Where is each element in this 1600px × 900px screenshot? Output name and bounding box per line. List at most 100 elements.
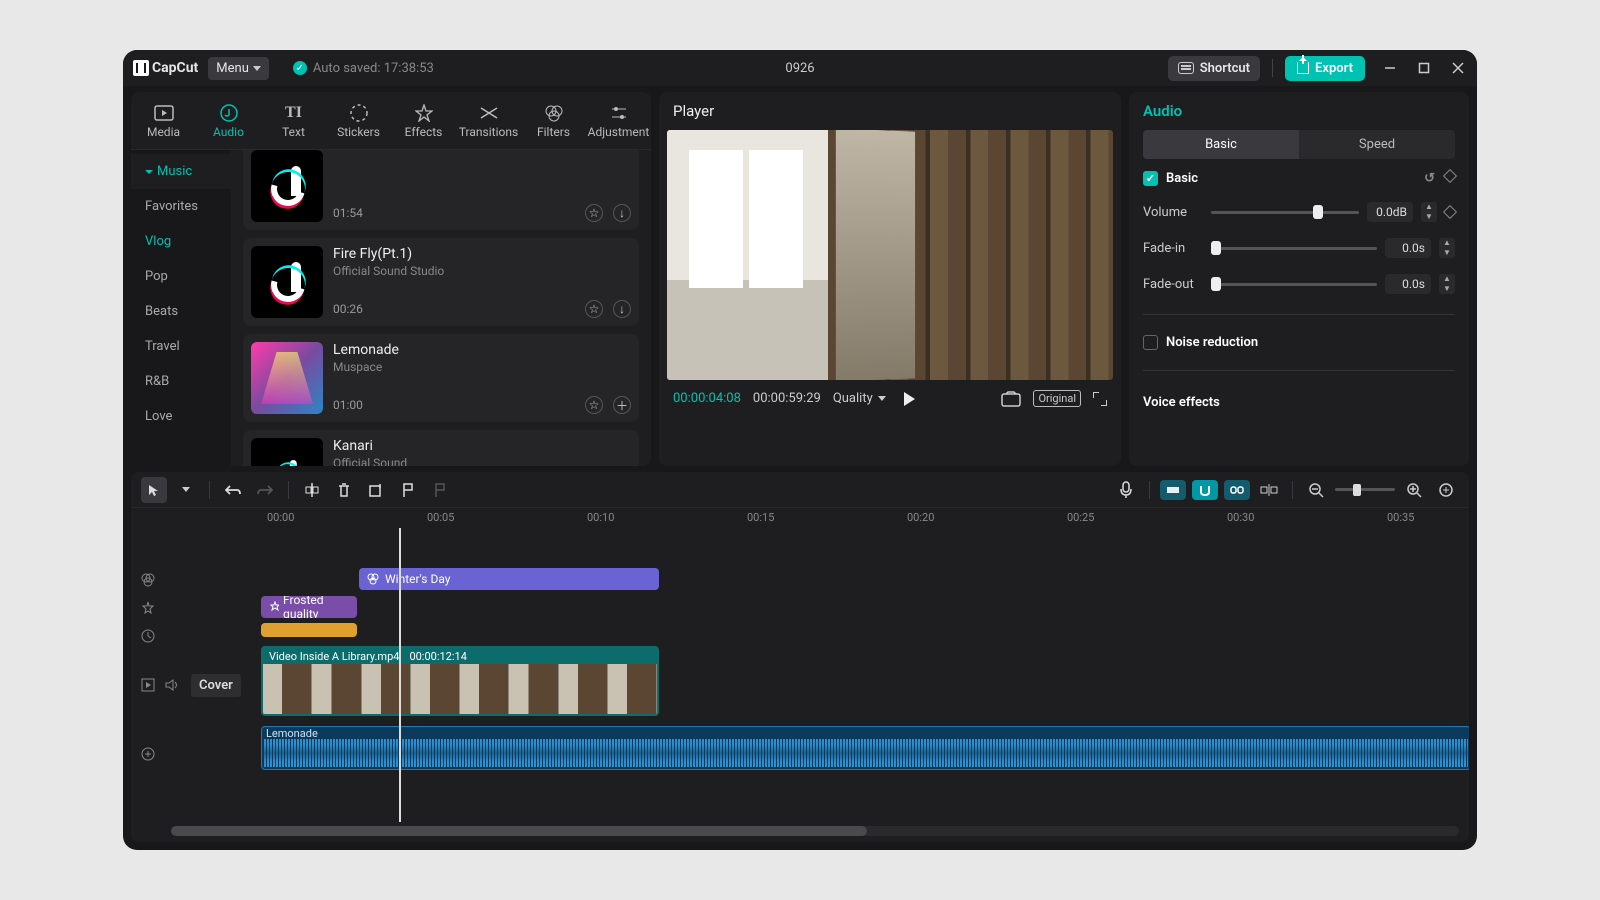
video-preview[interactable] <box>667 130 1113 380</box>
zoom-in-button[interactable] <box>1401 477 1427 503</box>
timeline-scrollbar[interactable] <box>171 826 1459 836</box>
clip-filter[interactable]: Winter's Day <box>359 568 659 590</box>
tab-audio[interactable]: Audio <box>196 92 261 149</box>
favorite-icon[interactable]: ☆ <box>585 204 603 222</box>
favorite-icon[interactable]: ☆ <box>585 396 603 414</box>
volume-control: Volume 0.0dB ▲▼ <box>1143 202 1455 222</box>
sidebar-item-beats[interactable]: Beats <box>131 294 231 329</box>
track-thumb <box>251 342 323 414</box>
zoom-fit-button[interactable] <box>1433 477 1459 503</box>
sidebar-item-favorites[interactable]: Favorites <box>131 189 231 224</box>
fadein-value[interactable]: 0.0s <box>1385 238 1431 258</box>
tab-filters[interactable]: Filters <box>521 92 586 149</box>
tab-media[interactable]: Media <box>131 92 196 149</box>
marker-alt-button[interactable] <box>427 477 453 503</box>
expand-icon[interactable] <box>141 678 155 692</box>
volume-stepper[interactable]: ▲▼ <box>1421 202 1437 222</box>
tab-effects[interactable]: Effects <box>391 92 456 149</box>
play-button[interactable] <box>904 392 915 406</box>
fadeout-slider[interactable] <box>1211 283 1377 286</box>
cover-button[interactable]: Cover <box>191 674 241 697</box>
timeline-ruler[interactable]: 00:00 00:05 00:10 00:15 00:20 00:25 00:3… <box>259 508 1469 528</box>
record-button[interactable] <box>1113 477 1139 503</box>
track-head-effect[interactable] <box>131 594 259 622</box>
zoom-out-button[interactable] <box>1303 477 1329 503</box>
tab-stickers[interactable]: Stickers <box>326 92 391 149</box>
fadein-slider[interactable] <box>1211 247 1377 250</box>
ruler-tick: 00:25 <box>1067 511 1094 524</box>
tab-text[interactable]: TI Text <box>261 92 326 149</box>
clip-video[interactable]: Video Inside A Library.mp4 00:00:12:14 <box>261 646 659 716</box>
marker-button[interactable] <box>395 477 421 503</box>
clip-audio[interactable]: Lemonade <box>261 726 1469 770</box>
redo-button[interactable] <box>252 477 278 503</box>
keyframe-icon[interactable] <box>1443 169 1457 183</box>
track-head-filter[interactable] <box>131 566 259 594</box>
delete-button[interactable] <box>331 477 357 503</box>
sidebar-item-pop[interactable]: Pop <box>131 259 231 294</box>
track-head-transition[interactable] <box>131 622 259 650</box>
volume-slider[interactable] <box>1211 211 1359 214</box>
magnet-snap-button[interactable] <box>1192 480 1218 500</box>
sidebar-item-vlog[interactable]: Vlog <box>131 224 231 259</box>
sidebar-item-rnb[interactable]: R&B <box>131 364 231 399</box>
pointer-tool[interactable] <box>141 477 167 503</box>
effects-icon <box>414 103 434 123</box>
pointer-dropdown[interactable] <box>173 477 199 503</box>
track-title: Kanari <box>333 438 631 454</box>
download-icon[interactable]: ↓ <box>613 204 631 222</box>
undo-button[interactable] <box>220 477 246 503</box>
keyframe-icon[interactable] <box>1443 205 1457 219</box>
track-card[interactable]: 01:54 ☆ ↓ <box>243 150 639 230</box>
tab-adjustment[interactable]: Adjustment <box>586 92 651 149</box>
add-icon[interactable]: ＋ <box>613 396 631 414</box>
mute-icon[interactable] <box>165 678 181 692</box>
split-button[interactable] <box>299 477 325 503</box>
track-head-audio[interactable] <box>131 732 259 776</box>
sidebar-item-love[interactable]: Love <box>131 399 231 434</box>
text-icon: TI <box>284 103 304 123</box>
maximize-button[interactable] <box>1415 59 1433 77</box>
clip-effect[interactable]: Frosted quality <box>261 596 357 618</box>
tab-speed[interactable]: Speed <box>1299 130 1455 159</box>
timeline-tracks[interactable]: Cover Winter's Day Frosted quality <box>131 528 1469 822</box>
quality-dropdown[interactable]: Quality <box>833 391 886 406</box>
crop-button[interactable] <box>363 477 389 503</box>
shortcut-button[interactable]: Shortcut <box>1168 56 1260 81</box>
section-noise: Noise reduction <box>1143 335 1455 350</box>
reset-icon[interactable]: ↺ <box>1424 171 1435 186</box>
magnet-main-button[interactable] <box>1160 480 1186 500</box>
sidebar-item-music[interactable]: Music <box>131 154 231 189</box>
close-button[interactable] <box>1449 59 1467 77</box>
checkbox-off-icon[interactable] <box>1143 335 1158 350</box>
volume-value[interactable]: 0.0dB <box>1367 202 1413 222</box>
minimize-button[interactable] <box>1381 59 1399 77</box>
asset-tabs: Media Audio TI Text Stickers Effects <box>131 92 651 150</box>
fadein-stepper[interactable]: ▲▼ <box>1439 238 1455 258</box>
aspect-ratio-button[interactable]: Original <box>1033 390 1081 407</box>
playhead[interactable] <box>399 528 401 822</box>
menu-button[interactable]: Menu <box>208 57 269 80</box>
ruler-tick: 00:10 <box>587 511 614 524</box>
zoom-slider[interactable] <box>1335 488 1395 491</box>
track-card[interactable]: Fire Fly(Pt.1) Official Sound Studio 00:… <box>243 238 639 326</box>
tab-basic[interactable]: Basic <box>1143 130 1299 159</box>
magnet-link-button[interactable] <box>1224 480 1250 500</box>
fadeout-value[interactable]: 0.0s <box>1385 274 1431 294</box>
autosave-status: ✓ Auto saved: 17:38:53 <box>293 61 434 76</box>
checkbox-on-icon[interactable]: ✓ <box>1143 171 1158 186</box>
fadeout-stepper[interactable]: ▲▼ <box>1439 274 1455 294</box>
favorite-icon[interactable]: ☆ <box>585 300 603 318</box>
clip-transition[interactable] <box>261 623 357 637</box>
track-card[interactable]: Lemonade Muspace 01:00 ☆ ＋ <box>243 334 639 422</box>
export-button[interactable]: Export <box>1285 56 1365 81</box>
scrollbar-thumb[interactable] <box>171 826 867 836</box>
video-scene <box>667 130 1113 380</box>
download-icon[interactable]: ↓ <box>613 300 631 318</box>
snapshot-icon[interactable] <box>1001 391 1021 407</box>
fullscreen-icon[interactable] <box>1093 392 1107 406</box>
sidebar-item-travel[interactable]: Travel <box>131 329 231 364</box>
preview-cut-button[interactable] <box>1256 477 1282 503</box>
tab-transitions[interactable]: Transitions <box>456 92 521 149</box>
track-card[interactable]: Kanari Official Sound <box>243 430 639 466</box>
